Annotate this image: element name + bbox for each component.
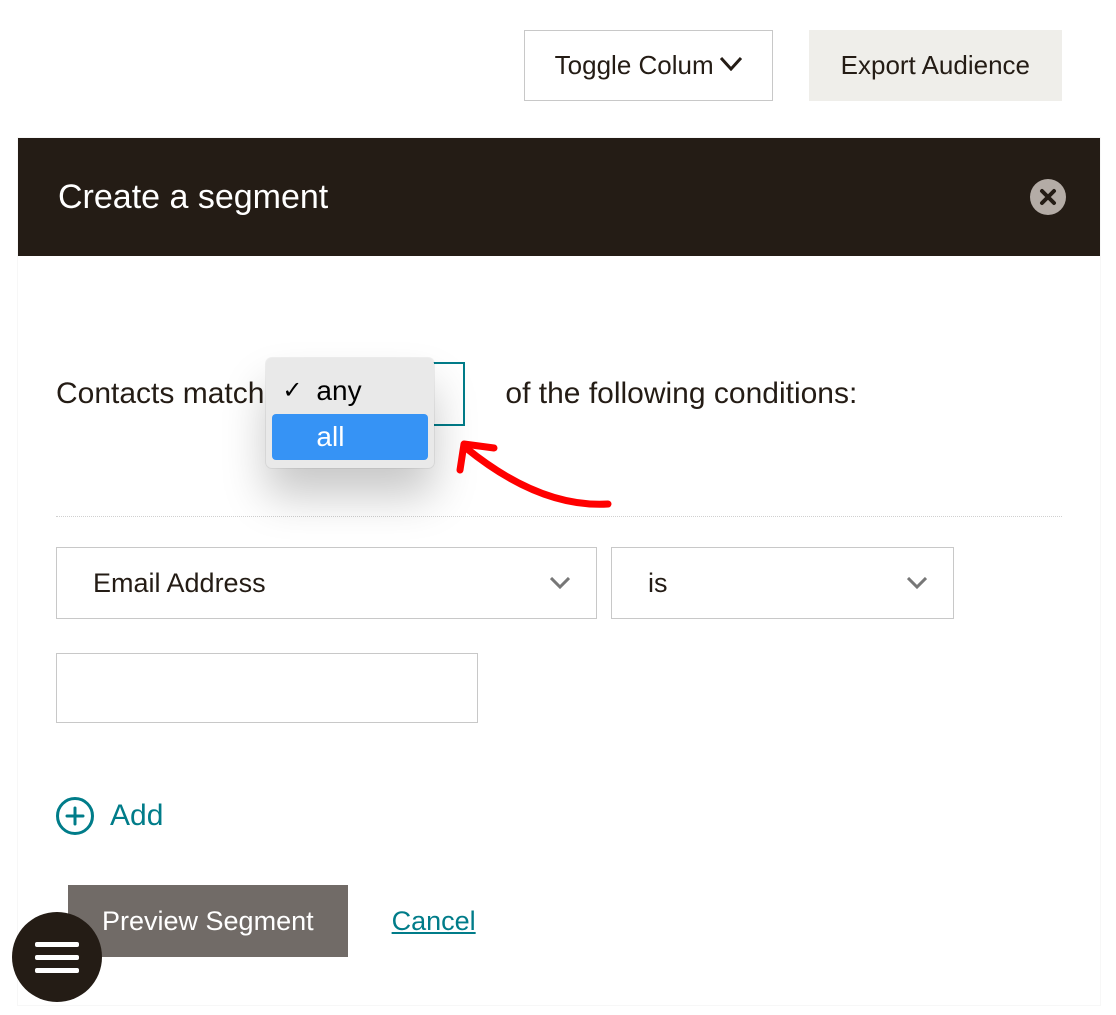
hamburger-menu-button[interactable] (12, 912, 102, 1002)
create-segment-panel: Create a segment Contacts match ✓ any (18, 138, 1100, 1005)
cancel-label: Cancel (392, 906, 476, 936)
chevron-down-icon (907, 577, 927, 589)
toggle-columns-button[interactable]: Toggle Colum (524, 30, 773, 101)
export-audience-button[interactable]: Export Audience (809, 30, 1062, 101)
hamburger-icon (35, 942, 79, 973)
panel-title: Create a segment (58, 178, 328, 217)
check-icon: ✓ (282, 379, 306, 403)
chevron-down-icon (720, 54, 742, 77)
preview-segment-label: Preview Segment (102, 906, 314, 937)
cancel-link[interactable]: Cancel (392, 906, 476, 937)
condition-value-input[interactable] (56, 653, 478, 723)
match-sentence: Contacts match ✓ any all (56, 362, 1062, 517)
condition-operator-value: is (648, 568, 668, 599)
condition-field-select[interactable]: Email Address (56, 547, 597, 619)
plus-circle-icon (56, 797, 94, 835)
match-option-all[interactable]: all (272, 414, 428, 460)
add-condition-label: Add (110, 799, 163, 833)
panel-body: Contacts match ✓ any all (18, 256, 1100, 1005)
match-prefix: Contacts match (56, 377, 264, 411)
condition-field-value: Email Address (93, 568, 266, 599)
panel-footer: Preview Segment Cancel (68, 885, 1062, 957)
toggle-columns-label: Toggle Colum (555, 50, 714, 81)
match-option-label: all (316, 421, 344, 453)
chevron-down-icon (550, 577, 570, 589)
condition-row: Email Address is (56, 517, 1062, 619)
match-option-label: any (316, 375, 361, 407)
preview-segment-button[interactable]: Preview Segment (68, 885, 348, 957)
export-audience-label: Export Audience (841, 50, 1030, 81)
toolbar: Toggle Colum Export Audience (0, 30, 1116, 101)
match-option-any[interactable]: ✓ any (272, 368, 428, 414)
close-button[interactable] (1030, 179, 1066, 215)
match-select[interactable]: ✓ any all (282, 362, 465, 426)
condition-operator-select[interactable]: is (611, 547, 954, 619)
close-icon (1039, 188, 1057, 206)
match-dropdown: ✓ any all (266, 358, 434, 468)
panel-header: Create a segment (18, 138, 1100, 256)
match-suffix: of the following conditions: (505, 377, 857, 411)
add-condition-button[interactable]: Add (56, 797, 1062, 835)
